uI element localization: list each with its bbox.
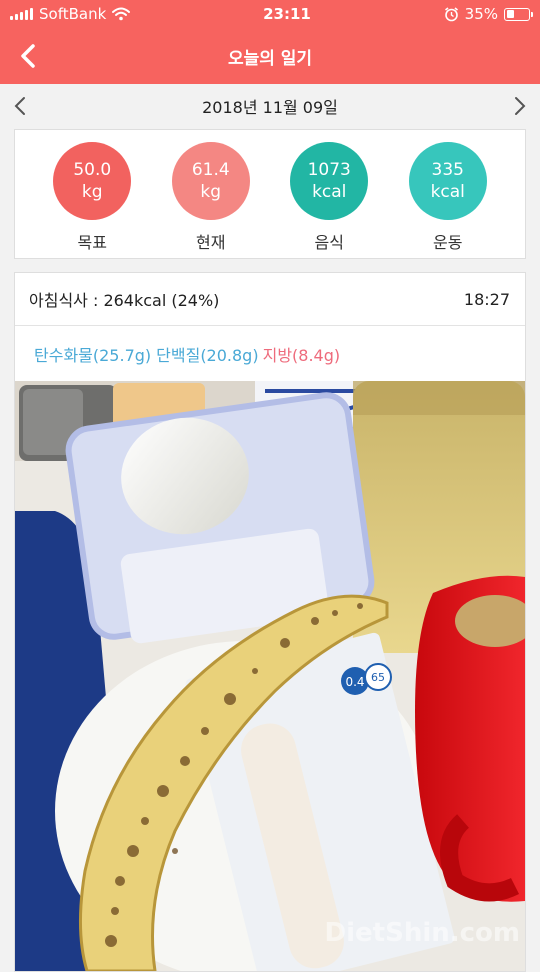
stat-unit: kg [81, 182, 103, 202]
meal-title: 아침식사 : 264kcal (24%) [29, 291, 220, 310]
stat-value: 50.0 [73, 160, 112, 180]
stat-circle: 61.4 kg [171, 142, 250, 220]
macro-fat: 지방(8.4g) [262, 346, 341, 365]
status-left: SoftBank [10, 5, 131, 23]
battery-percent: 35% [464, 5, 498, 23]
stat-circle: 50.0 kg [53, 142, 132, 220]
alarm-icon [444, 6, 458, 21]
chevron-left-icon [14, 97, 25, 115]
stat-label: 운동 [433, 233, 463, 252]
meal-photo-illustration: 0.4 65 DietShin.com [15, 381, 525, 971]
macro-protein: 단백질(20.8g) [156, 346, 259, 365]
meal-photo[interactable]: 0.4 65 DietShin.com [15, 381, 525, 971]
signal-icon [10, 8, 33, 20]
stat-food[interactable]: 1073 kcal 음식 [284, 142, 374, 253]
package-value: 65 [371, 671, 385, 684]
page-title: 오늘의 일기 [227, 48, 313, 69]
macro-row: 탄수화물(25.7g) 단백질(20.8g) 지방(8.4g) [15, 326, 525, 382]
summary-card: 50.0 kg 목표 61.4 kg 현재 1073 kcal 음식 335 k… [14, 129, 526, 259]
stat-circle: 1073 kcal [290, 142, 369, 220]
stat-unit: kg [200, 182, 222, 202]
battery-level [506, 10, 514, 18]
meal-card: 아침식사 : 264kcal (24%) 18:27 탄수화물(25.7g) 단… [14, 272, 526, 972]
stat-exercise[interactable]: 335 kcal 운동 [403, 142, 493, 253]
battery-icon [504, 7, 533, 21]
date-navigator: 2018년 11월 09일 [0, 84, 540, 128]
next-day-button[interactable] [508, 94, 532, 118]
carrier-name: SoftBank [39, 5, 107, 23]
status-bar: SoftBank 23:11 35% [0, 0, 540, 28]
stat-value: 1073 [307, 160, 351, 180]
stat-label: 음식 [314, 233, 344, 252]
package-value: 0.4 [345, 675, 364, 689]
nav-bar: 오늘의 일기 [0, 28, 540, 84]
stat-unit: kcal [430, 182, 465, 202]
watermark: DietShin.com [325, 918, 520, 948]
wifi-icon [112, 7, 131, 21]
stat-current[interactable]: 61.4 kg 현재 [166, 142, 256, 253]
meal-header[interactable]: 아침식사 : 264kcal (24%) 18:27 [15, 273, 525, 326]
stat-goal[interactable]: 50.0 kg 목표 [47, 142, 137, 253]
macro-carb: 탄수화물(25.7g) [34, 346, 152, 365]
chevron-right-icon [515, 97, 526, 115]
status-right: 35% [444, 5, 533, 23]
meal-time: 18:27 [463, 289, 510, 309]
previous-day-button[interactable] [8, 94, 32, 118]
current-date: 2018년 11월 09일 [202, 98, 338, 117]
chevron-left-icon [21, 44, 35, 68]
stat-value: 61.4 [191, 160, 230, 180]
stat-label: 목표 [77, 233, 107, 252]
back-button[interactable] [14, 40, 42, 72]
stat-unit: kcal [312, 182, 347, 202]
clock: 23:11 [263, 5, 311, 23]
stat-value: 335 [431, 160, 464, 180]
stat-circle: 335 kcal [408, 142, 487, 220]
stat-label: 현재 [196, 233, 226, 252]
